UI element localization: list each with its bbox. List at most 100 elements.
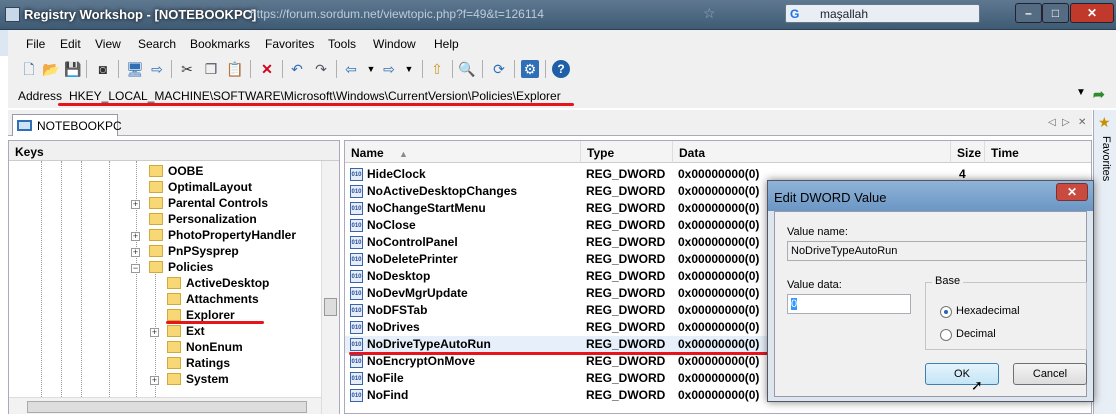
address-dropdown-icon[interactable]: ▼ (1076, 87, 1086, 98)
scrollbar-thumb[interactable] (27, 401, 307, 413)
tree-item[interactable]: Parental Controls (149, 196, 268, 212)
tree-item[interactable]: Attachments (167, 292, 259, 308)
folder-icon (167, 373, 181, 385)
toolbar-separator (118, 60, 119, 78)
options-icon[interactable]: ⚙ (521, 60, 539, 78)
new-icon[interactable]: 🗋 (20, 60, 38, 78)
cancel-button[interactable]: Cancel (1013, 363, 1087, 385)
expand-icon[interactable]: + (131, 248, 140, 257)
browser-search-box[interactable]: G maşallah (785, 4, 980, 23)
menu-favorites[interactable]: Favorites (265, 37, 314, 51)
find-icon[interactable]: 🔍 (458, 60, 476, 78)
computer-icon (17, 120, 32, 131)
delete-icon[interactable]: ✕ (258, 60, 276, 78)
menu-tools[interactable]: Tools (328, 37, 356, 51)
menu-window[interactable]: Window (373, 37, 416, 51)
value-data-input[interactable]: 0 (787, 294, 911, 314)
folder-icon (167, 309, 181, 321)
menu-bookmarks[interactable]: Bookmarks (190, 37, 250, 51)
back-dropdown-icon[interactable]: ▼ (362, 60, 380, 78)
tab-scroll-right-icon[interactable]: ▷ (1062, 117, 1070, 128)
reg-dword-icon: 010 (350, 355, 363, 368)
folder-icon (167, 341, 181, 353)
scrollbar-thumb[interactable] (324, 298, 337, 316)
tab-notebookpc[interactable]: NOTEBOOKPC (12, 114, 122, 136)
menu-view[interactable]: View (95, 37, 121, 51)
menu-search[interactable]: Search (138, 37, 176, 51)
minimize-button[interactable]: – (1015, 3, 1042, 23)
menu-bar: File Edit View Search Bookmarks Favorite… (0, 30, 1116, 56)
camera-icon[interactable]: ◙ (94, 60, 112, 78)
save-icon[interactable]: 💾 (64, 60, 82, 78)
open-icon[interactable]: 📂 (42, 60, 60, 78)
reg-dword-icon: 010 (350, 338, 363, 351)
hexadecimal-radio[interactable] (940, 306, 952, 318)
forward-dropdown-icon[interactable]: ▼ (400, 60, 418, 78)
expand-icon[interactable]: + (131, 232, 140, 241)
forward-icon[interactable]: ⇨ (380, 60, 398, 78)
keys-vertical-scrollbar[interactable] (321, 161, 339, 414)
folder-open-icon (149, 261, 163, 273)
tree-item[interactable]: Ext (167, 324, 205, 340)
paste-icon[interactable]: 📋 (226, 60, 244, 78)
value-name-field[interactable]: NoDriveTypeAutoRun (787, 241, 1087, 261)
menu-help[interactable]: Help (434, 37, 459, 51)
column-time[interactable]: Time (985, 141, 1075, 163)
redo-icon[interactable]: ↷ (312, 60, 330, 78)
tree-line (81, 161, 82, 414)
column-type[interactable]: Type (581, 141, 673, 163)
expand-icon[interactable]: + (131, 200, 140, 209)
tree-item[interactable]: Ratings (167, 356, 230, 372)
tree-item[interactable]: NonEnum (167, 340, 243, 356)
tree-item[interactable]: PnPSysprep (149, 244, 239, 260)
tree-item-policies[interactable]: Policies (149, 260, 213, 276)
reg-dword-icon: 010 (350, 202, 363, 215)
toolbar-separator (545, 60, 546, 78)
toolbar: 🗋 📂 💾 ◙ 🖥 ⇨ ✂ ❐ 📋 ✕ ↶ ↷ ⇦ ▼ ⇨ ▼ ⇧ 🔍 ⟳ ⚙ … (8, 56, 1116, 84)
undo-icon[interactable]: ↶ (288, 60, 306, 78)
cut-icon[interactable]: ✂ (178, 60, 196, 78)
tree-item[interactable]: System (167, 372, 229, 388)
tree-line (41, 161, 42, 414)
dialog-close-button[interactable]: ✕ (1056, 183, 1088, 201)
expand-icon[interactable]: + (150, 328, 159, 337)
maximize-button[interactable]: □ (1042, 3, 1069, 23)
tree-item[interactable]: OptimalLayout (149, 180, 252, 196)
menu-edit[interactable]: Edit (60, 37, 81, 51)
up-icon[interactable]: ⇧ (428, 60, 446, 78)
tree-item[interactable]: PhotoPropertyHandler (149, 228, 296, 244)
dialog-body: Value name: NoDriveTypeAutoRun Value dat… (774, 211, 1087, 397)
bookmark-star-icon: ☆ (703, 5, 716, 21)
reg-dword-icon: 010 (350, 253, 363, 266)
collapse-icon[interactable]: − (131, 264, 140, 273)
expand-icon[interactable]: + (150, 376, 159, 385)
toolbar-separator (250, 60, 251, 78)
column-size[interactable]: Size (951, 141, 985, 163)
tree-item[interactable]: OOBE (149, 164, 203, 180)
menu-file[interactable]: File (26, 37, 45, 51)
decimal-radio[interactable] (940, 329, 952, 341)
keys-horizontal-scrollbar[interactable] (9, 397, 321, 414)
copy-icon[interactable]: ❐ (202, 60, 220, 78)
connect-icon[interactable]: ⇨ (148, 60, 166, 78)
back-icon[interactable]: ⇦ (342, 60, 360, 78)
computer-icon[interactable]: 🖥 (126, 60, 144, 78)
refresh-icon[interactable]: ⟳ (490, 60, 508, 78)
tree-item[interactable]: Personalization (149, 212, 257, 228)
toolbar-separator (171, 60, 172, 78)
ok-button[interactable]: OK (925, 363, 999, 385)
column-data[interactable]: Data (673, 141, 951, 163)
folder-icon (167, 357, 181, 369)
favorites-sidebar[interactable]: ★ Favorites (1093, 110, 1116, 414)
tab-close-icon[interactable]: ✕ (1078, 117, 1086, 128)
close-button[interactable]: ✕ (1070, 3, 1114, 23)
address-input[interactable]: HKEY_LOCAL_MACHINE\SOFTWARE\Microsoft\Wi… (69, 89, 561, 103)
help-icon[interactable]: ? (552, 60, 570, 78)
column-name[interactable]: Name ▲ (345, 141, 581, 163)
tab-scroll-left-icon[interactable]: ◁ (1048, 117, 1056, 128)
app-icon (5, 7, 20, 22)
go-arrow-icon[interactable]: ➦ (1093, 86, 1105, 103)
browser-search-query: maşallah (820, 7, 869, 21)
reg-dword-icon: 010 (350, 185, 363, 198)
tree-item[interactable]: ActiveDesktop (167, 276, 269, 292)
